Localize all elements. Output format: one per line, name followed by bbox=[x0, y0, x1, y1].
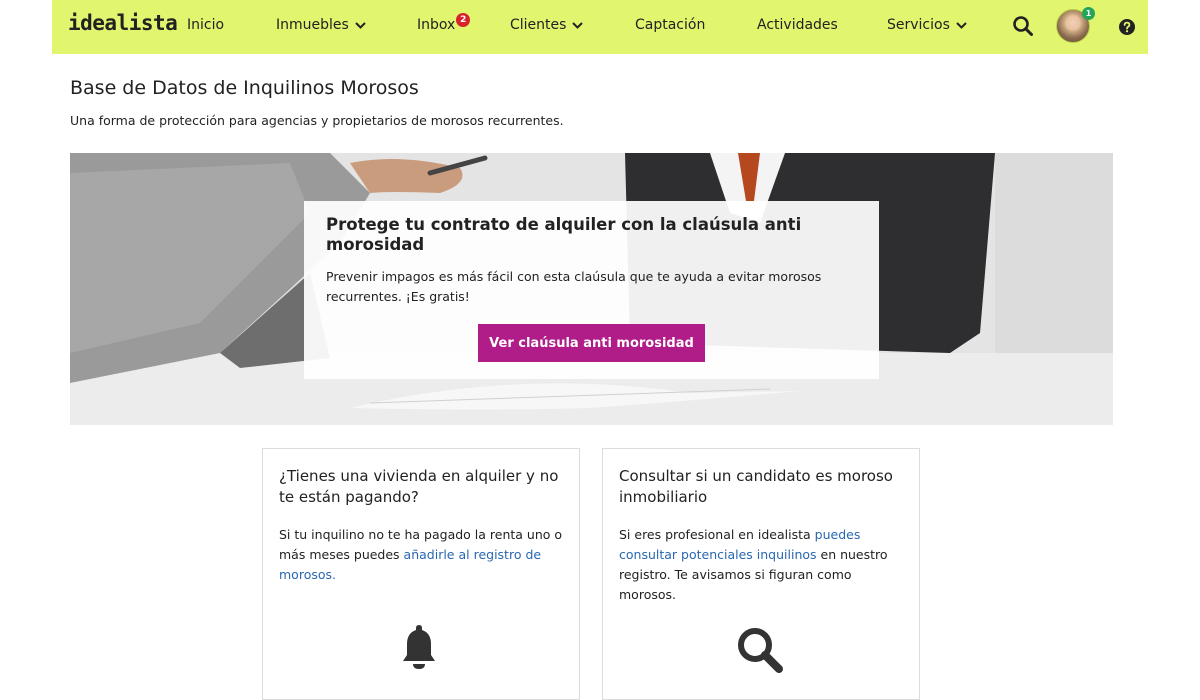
search-icon[interactable] bbox=[1012, 15, 1034, 37]
top-navbar: idealista Inicio Inmuebles Inbox 2 Clien… bbox=[52, 0, 1148, 54]
search-icon bbox=[738, 628, 783, 673]
view-clause-button[interactable]: Ver claúsula anti morosidad bbox=[478, 324, 705, 362]
help-icon[interactable] bbox=[1118, 18, 1136, 36]
hero-banner: Protege tu contrato de alquiler con la c… bbox=[70, 153, 1113, 425]
hero-heading: Protege tu contrato de alquiler con la c… bbox=[326, 215, 802, 254]
chevron-down-icon bbox=[956, 21, 967, 29]
card-check-candidate: Consultar si un candidato es moroso inmo… bbox=[602, 448, 920, 700]
hero-content-panel: Protege tu contrato de alquiler con la c… bbox=[304, 201, 879, 379]
inbox-badge: 2 bbox=[456, 13, 471, 27]
nav-item-label: Inicio bbox=[187, 17, 225, 33]
nav-item-inbox[interactable]: Inbox 2 bbox=[417, 13, 471, 33]
card-text: Si tu inquilino no te ha pagado la renta… bbox=[279, 525, 569, 585]
idealista-logo[interactable]: idealista bbox=[68, 11, 178, 35]
bell-icon bbox=[403, 625, 435, 669]
card-text: Si eres profesional en idealista puedes … bbox=[619, 525, 909, 605]
nav-item-label: Clientes bbox=[510, 17, 567, 33]
card-text-before: Si eres profesional en idealista bbox=[619, 527, 815, 542]
nav-item-label: Inmuebles bbox=[276, 17, 349, 33]
nav-item-servicios[interactable]: Servicios bbox=[887, 17, 967, 33]
nav-item-clientes[interactable]: Clientes bbox=[510, 17, 584, 33]
card-title: ¿Tienes una vivienda en alquiler y no te… bbox=[279, 467, 559, 506]
nav-item-inmuebles[interactable]: Inmuebles bbox=[276, 17, 366, 33]
card-title: Consultar si un candidato es moroso inmo… bbox=[619, 467, 893, 506]
nav-item-label: Inbox bbox=[417, 17, 456, 33]
avatar-badge: 1 bbox=[1082, 7, 1095, 20]
chevron-down-icon bbox=[572, 21, 584, 29]
nav-item-captacion[interactable]: Captación bbox=[635, 17, 705, 33]
page-title: Base de Datos de Inquilinos Morosos bbox=[70, 77, 419, 99]
nav-item-actividades[interactable]: Actividades bbox=[757, 17, 838, 33]
nav-item-label: Actividades bbox=[757, 17, 838, 33]
card-add-debtor: ¿Tienes una vivienda en alquiler y no te… bbox=[262, 448, 580, 700]
chevron-down-icon bbox=[355, 21, 366, 29]
nav-item-inicio[interactable]: Inicio bbox=[187, 17, 224, 33]
nav-item-label: Servicios bbox=[887, 17, 950, 33]
user-avatar-button[interactable]: 1 bbox=[1056, 7, 1095, 45]
page-subtitle: Una forma de protección para agencias y … bbox=[70, 113, 564, 128]
nav-item-label: Captación bbox=[635, 17, 706, 33]
hero-text: Prevenir impagos es más fácil con esta c… bbox=[326, 269, 822, 304]
